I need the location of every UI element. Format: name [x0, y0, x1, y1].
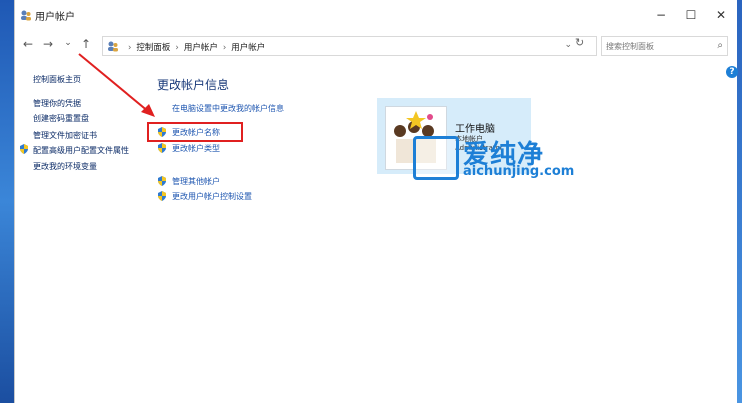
- window-title: 用户帐户: [35, 12, 75, 23]
- address-bar[interactable]: › 控制面板 › 用户帐户 › 用户帐户 ⌄: [102, 36, 597, 56]
- breadcrumb-user-accounts-current[interactable]: 用户帐户: [231, 43, 265, 53]
- uac-shield-icon: [20, 144, 28, 154]
- desktop-wallpaper-left: [0, 0, 14, 403]
- chevron-right-icon: ›: [222, 43, 227, 53]
- users-icon: [21, 10, 31, 21]
- sidebar-item-advanced-profile-properties[interactable]: 配置高级用户配置文件属性: [33, 145, 129, 156]
- sidebar-item-control-panel-home[interactable]: 控制面板主页: [33, 74, 81, 85]
- uac-shield-icon: [158, 176, 166, 186]
- sidebar-item-manage-credentials[interactable]: 管理你的凭据: [33, 98, 81, 109]
- refresh-button[interactable]: ↻: [575, 36, 584, 49]
- chevron-right-icon: ›: [175, 43, 179, 53]
- annotation-arrow: [78, 53, 155, 117]
- uac-shield-icon: [158, 143, 166, 153]
- search-icon[interactable]: ⌕: [717, 40, 723, 51]
- up-button[interactable]: ↑: [79, 37, 93, 51]
- search-placeholder: 搜索控制面板: [606, 42, 654, 51]
- link-change-account-in-pc-settings[interactable]: 在电脑设置中更改我的帐户信息: [172, 103, 284, 114]
- close-button[interactable]: ✕: [711, 6, 731, 24]
- user-accounts-window: 用户帐户 − ☐ ✕ ← → ⌄ ↑ › 控制面板 › 用户帐户 › 用户帐户 ⌄ ↻ 搜…: [14, 0, 738, 403]
- watermark-url: aichunjing.com: [463, 164, 575, 179]
- recent-locations-button[interactable]: ⌄: [61, 38, 75, 48]
- link-change-account-type[interactable]: 更改帐户类型: [172, 143, 220, 154]
- sidebar-item-file-encryption-certs[interactable]: 管理文件加密证书: [33, 130, 97, 141]
- minimize-button[interactable]: −: [651, 6, 671, 24]
- forward-button[interactable]: →: [41, 37, 55, 51]
- help-icon[interactable]: ?: [726, 66, 738, 78]
- chevron-down-icon[interactable]: ⌄: [564, 40, 572, 50]
- breadcrumb-user-accounts[interactable]: 用户帐户: [184, 43, 218, 53]
- title-bar: 用户帐户 − ☐ ✕: [15, 0, 737, 30]
- link-manage-other-accounts[interactable]: 管理其他帐户: [172, 176, 220, 187]
- search-box[interactable]: 搜索控制面板 ⌕: [601, 36, 728, 56]
- page-title: 更改帐户信息: [157, 78, 230, 92]
- sidebar-item-environment-variables[interactable]: 更改我的环境变量: [33, 161, 97, 172]
- watermark-logo: [413, 136, 459, 180]
- back-button[interactable]: ←: [21, 37, 35, 51]
- maximize-button[interactable]: ☐: [681, 6, 701, 24]
- uac-shield-icon: [158, 191, 166, 201]
- account-name: 工作电脑: [455, 124, 495, 135]
- link-uac-settings[interactable]: 更改用户帐户控制设置: [172, 191, 252, 202]
